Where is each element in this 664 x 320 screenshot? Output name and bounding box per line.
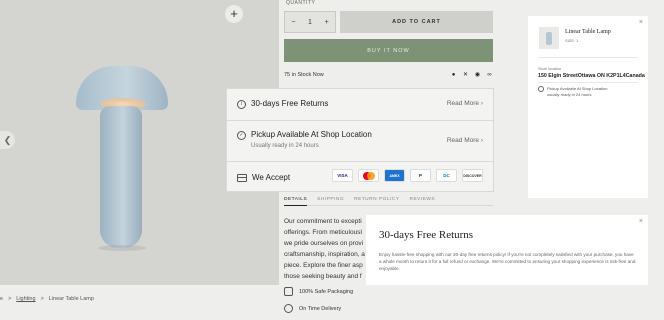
we-accept-label: We Accept xyxy=(252,173,291,182)
returns-modal: × 30-days Free Returns Enjoy hassle-free… xyxy=(366,215,648,285)
close-icon[interactable]: × xyxy=(639,19,643,26)
check-circle-icon: ✓ xyxy=(237,131,246,140)
amex-logo: AMEX xyxy=(384,169,405,182)
quantity-stepper: − 1 + xyxy=(284,11,336,33)
buy-now-button[interactable]: BUY IT NOW xyxy=(284,39,493,62)
paypal-logo: P xyxy=(410,169,431,182)
mastercard-logo xyxy=(358,169,379,182)
pickup-text: Pickup Available At Shop Location Usuall… xyxy=(251,130,372,149)
returns-row[interactable]: i 30-days Free Returns Read More › xyxy=(227,89,493,121)
tab-return-policy[interactable]: RETURN POLICY xyxy=(354,197,399,202)
payment-methods: VISA AMEX P DC DISCOVER xyxy=(332,169,483,182)
feature-label: 100% Safe Packaging xyxy=(299,288,354,295)
pickup-subtitle: Usually ready in 24 hours xyxy=(251,143,319,149)
x-icon[interactable]: ✕ xyxy=(461,70,470,79)
breadcrumb-lighting[interactable]: Lighting xyxy=(16,296,35,302)
credit-card-icon xyxy=(237,174,247,182)
visa-logo: VISA xyxy=(332,169,353,182)
lamp-shadow xyxy=(98,245,146,251)
feature-label: On Time Delivery xyxy=(299,305,342,312)
breadcrumb-current: Linear Table Lamp xyxy=(48,296,94,302)
tab-details[interactable]: DETAILS xyxy=(284,197,308,206)
chevron-right-icon: › xyxy=(480,100,483,107)
share-icons: ● ✕ ◉ ∞ xyxy=(449,70,494,79)
clock-icon xyxy=(284,304,293,313)
facebook-icon[interactable]: ● xyxy=(449,70,458,79)
pickup-row[interactable]: ✓ Pickup Available At Shop Location Usua… xyxy=(227,121,493,162)
tab-shipping[interactable]: SHIPPING xyxy=(317,197,344,202)
quantity-minus-button[interactable]: − xyxy=(291,19,295,26)
breadcrumb-home[interactable]: e xyxy=(0,296,3,302)
stock-status: 75 in Stock Now xyxy=(284,72,324,78)
product-description: Our commitment to excepti offerings. Fro… xyxy=(284,216,376,282)
store-info-card: i 30-days Free Returns Read More › ✓ Pic… xyxy=(226,88,494,192)
description-line: craftsmanship, inspiration, a xyxy=(284,251,365,258)
breadcrumb-separator: > xyxy=(40,296,44,302)
pickup-location-label: Store location xyxy=(538,67,562,71)
cart-product-name: Linear Table Lamp xyxy=(565,29,611,35)
description-line: we pride ourselves on provi xyxy=(284,240,364,247)
tab-reviews[interactable]: REVIEWS xyxy=(410,197,436,202)
modal-title: 30-days Free Returns xyxy=(379,229,474,241)
discover-logo: DISCOVER xyxy=(462,169,483,182)
diners-club-logo: DC xyxy=(436,169,457,182)
package-icon xyxy=(284,287,293,296)
divider xyxy=(538,57,638,58)
breadcrumb-separator: > xyxy=(8,296,12,302)
check-circle-icon xyxy=(538,86,544,92)
cart-product-size: SIZE: 1 xyxy=(565,38,579,43)
plus-icon[interactable]: + xyxy=(225,5,243,23)
pinterest-icon[interactable]: ◉ xyxy=(473,70,482,79)
divider xyxy=(538,82,638,83)
pickup-panel: × Linear Table Lamp SIZE: 1 Store locati… xyxy=(528,16,648,198)
chevron-left-icon[interactable]: ❮ xyxy=(0,131,15,149)
read-more-label: Read More xyxy=(446,100,480,107)
feature-delivery: On Time Delivery xyxy=(284,304,341,313)
read-more-label: Read More xyxy=(446,137,480,144)
pickup-availability: Pickup Available At Shop Location xyxy=(547,86,608,91)
lamp-stem xyxy=(100,106,142,248)
modal-body: Enjoy hassle-free shopping with our 30-d… xyxy=(379,252,636,271)
pickup-title: Pickup Available At Shop Location xyxy=(251,130,372,139)
add-to-cart-button[interactable]: ADD TO CART xyxy=(340,11,493,33)
pickup-address: 150 Elgin StreetOttawa ON K2P1L4Canada xyxy=(538,73,645,79)
payments-row: We Accept VISA AMEX P DC DISCOVER xyxy=(227,162,493,193)
close-icon[interactable]: × xyxy=(639,218,643,225)
quantity-label: QUANTITY xyxy=(286,0,316,6)
returns-read-more-link[interactable]: Read More › xyxy=(447,100,483,107)
description-line: piece. Explore the finer asp xyxy=(284,262,363,269)
info-icon: i xyxy=(237,100,246,109)
product-thumbnail xyxy=(539,27,559,49)
product-tabs: DETAILS SHIPPING RETURN POLICY REVIEWS xyxy=(284,197,493,206)
description-line: offerings. From meticulousl xyxy=(284,229,362,236)
pickup-read-more-link[interactable]: Read More › xyxy=(447,137,483,144)
breadcrumb: e > Lighting > Linear Table Lamp xyxy=(0,292,94,306)
quantity-value[interactable]: 1 xyxy=(308,19,312,26)
quantity-plus-button[interactable]: + xyxy=(325,19,329,26)
chevron-right-icon: › xyxy=(480,137,483,144)
link-icon[interactable]: ∞ xyxy=(485,70,494,79)
description-line: those seeking beauty and f xyxy=(284,273,362,280)
returns-title: 30-days Free Returns xyxy=(251,99,329,108)
feature-packaging: 100% Safe Packaging xyxy=(284,287,353,296)
description-line: Our commitment to excepti xyxy=(284,218,362,225)
pickup-ready-time: usually ready in 24 hours xyxy=(547,92,592,97)
